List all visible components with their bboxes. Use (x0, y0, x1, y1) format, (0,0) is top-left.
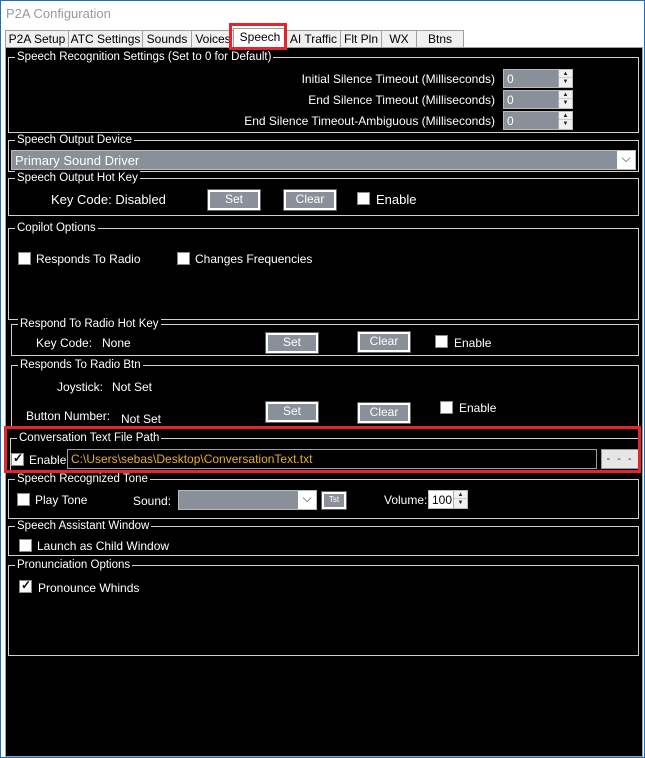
speech-output-device-legend: Speech Output Device (15, 133, 135, 147)
tab-wx[interactable]: WX (381, 30, 417, 48)
speech-tab-panel: Speech Recognition Settings (Set to 0 fo… (5, 47, 643, 757)
title-bar: P2A Configuration (1, 1, 644, 27)
joystick-label: Joystick: (57, 380, 104, 394)
spin-up-icon[interactable]: ▲ (559, 112, 572, 120)
browse-file-button[interactable]: - - - (601, 449, 639, 469)
speech-output-device-group: Speech Output Device Primary Sound Drive… (8, 133, 639, 172)
spinner-arrows[interactable]: ▲ ▼ (558, 91, 572, 108)
spinner-arrows[interactable]: ▲ ▼ (558, 70, 572, 87)
responds-to-radio-label: Responds To Radio (36, 252, 141, 266)
end-silence-spinner[interactable]: 0 ▲ ▼ (503, 90, 573, 109)
conversation-path-value: C:\Users\sebas\Desktop\ConversationText.… (71, 452, 313, 466)
speech-recognized-tone-group: Speech Recognized Tone Play Tone Sound: … (8, 472, 639, 519)
radio-keycode-label: Key Code: (36, 336, 93, 350)
end-silence-label: End Silence Timeout (Milliseconds) (308, 93, 495, 107)
p2a-configuration-window: P2A Configuration P2A Setup ATC Settings… (0, 0, 645, 758)
responds-to-radio-checkbox[interactable] (18, 252, 31, 265)
speech-recognition-legend: Speech Recognition Settings (Set to 0 fo… (15, 50, 274, 64)
copilot-options-legend: Copilot Options (15, 221, 98, 235)
initial-silence-value: 0 (507, 72, 514, 86)
output-device-value: Primary Sound Driver (15, 153, 140, 168)
responds-radio-btn-legend: Responds To Radio Btn (18, 358, 143, 372)
responds-radio-btn-group: Responds To Radio Btn Joystick: Not Set … (11, 358, 639, 429)
spin-up-icon[interactable]: ▲ (559, 91, 572, 99)
tab-p2a-setup[interactable]: P2A Setup (5, 30, 69, 48)
conversation-text-file-group: Conversation Text File Path Enable C:\Us… (10, 431, 639, 472)
respond-radio-hotkey-legend: Respond To Radio Hot Key (18, 317, 161, 331)
tab-btns[interactable]: Btns (416, 30, 464, 48)
radio-hotkey-enable-checkbox[interactable] (435, 335, 448, 348)
ambiguous-silence-value: 0 (507, 114, 514, 128)
pronounce-whinds-label: Pronounce Whinds (38, 581, 140, 595)
radio-btn-set-button[interactable]: Set (265, 401, 319, 423)
spinner-arrows[interactable]: ▲ ▼ (453, 491, 467, 508)
output-hotkey-clear-button[interactable]: Clear (283, 189, 337, 211)
conversation-enable-label: Enable (29, 453, 67, 467)
tab-sounds[interactable]: Sounds (142, 30, 192, 48)
launch-child-window-checkbox[interactable] (19, 539, 32, 552)
tab-speech[interactable]: Speech (233, 28, 287, 50)
output-hotkey-set-button[interactable]: Set (207, 189, 261, 211)
launch-child-window-label: Launch as Child Window (37, 539, 170, 553)
radio-btn-clear-button[interactable]: Clear (357, 402, 411, 424)
button-number-label: Button Number: (26, 409, 111, 423)
speech-assistant-window-legend: Speech Assistant Window (15, 519, 152, 533)
ambiguous-silence-label: End Silence Timeout-Ambiguous (Milliseco… (244, 114, 495, 128)
tab-flt-pln[interactable]: Flt Pln (340, 30, 382, 48)
conversation-enable-checkbox[interactable] (11, 451, 24, 466)
spinner-arrows[interactable]: ▲ ▼ (558, 112, 572, 129)
initial-silence-label: Initial Silence Timeout (Milliseconds) (301, 72, 495, 86)
sound-dropdown[interactable]: ⌵ (178, 490, 317, 510)
button-number-value: Not Set (121, 412, 162, 426)
radio-hotkey-enable-label: Enable (454, 336, 492, 350)
chevron-down-icon[interactable]: ⌵ (617, 151, 635, 169)
output-device-dropdown[interactable]: Primary Sound Driver ⌵ (11, 150, 636, 170)
volume-spinner[interactable]: 100 ▲ ▼ (428, 490, 468, 509)
radio-btn-enable-checkbox[interactable] (440, 401, 453, 414)
spin-down-icon[interactable]: ▼ (559, 120, 572, 128)
radio-hotkey-clear-button[interactable]: Clear (357, 331, 411, 353)
radio-keycode-value: None (102, 336, 131, 350)
conversation-path-input[interactable]: C:\Users\sebas\Desktop\ConversationText.… (67, 449, 597, 469)
output-hotkey-enable-label: Enable (376, 192, 417, 207)
volume-value: 100 (432, 493, 453, 507)
changes-frequencies-label: Changes Frequencies (195, 252, 313, 266)
radio-hotkey-set-button[interactable]: Set (265, 332, 319, 354)
pronunciation-options-legend: Pronunciation Options (15, 558, 133, 572)
spin-down-icon[interactable]: ▼ (454, 499, 467, 507)
changes-frequencies-checkbox[interactable] (177, 252, 190, 265)
volume-label: Volume: (384, 493, 428, 507)
spin-up-icon[interactable]: ▲ (454, 491, 467, 499)
joystick-value: Not Set (112, 380, 153, 394)
ambiguous-silence-spinner[interactable]: 0 ▲ ▼ (503, 111, 573, 130)
play-tone-label: Play Tone (35, 493, 88, 507)
output-keycode-label: Key Code: Disabled (51, 192, 166, 207)
tab-atc-settings[interactable]: ATC Settings (68, 30, 143, 48)
tab-strip: P2A Setup ATC Settings Sounds Voices Spe… (5, 28, 645, 50)
respond-radio-hotkey-group: Respond To Radio Hot Key Key Code: None … (11, 317, 639, 356)
spin-up-icon[interactable]: ▲ (559, 70, 572, 78)
speech-output-hotkey-legend: Speech Output Hot Key (15, 171, 140, 185)
speech-recognized-tone-legend: Speech Recognized Tone (15, 472, 150, 486)
radio-btn-enable-label: Enable (459, 401, 497, 415)
spin-down-icon[interactable]: ▼ (559, 78, 572, 86)
spin-down-icon[interactable]: ▼ (559, 99, 572, 107)
test-sound-button[interactable]: Tst (321, 491, 347, 510)
play-tone-checkbox[interactable] (17, 493, 30, 506)
speech-recognition-group: Speech Recognition Settings (Set to 0 fo… (8, 50, 639, 133)
sound-label: Sound: (133, 494, 172, 508)
tab-ai-traffic[interactable]: AI Traffic (286, 30, 341, 48)
initial-silence-spinner[interactable]: 0 ▲ ▼ (503, 69, 573, 88)
window-title: P2A Configuration (6, 6, 111, 21)
copilot-options-group: Copilot Options Responds To Radio Change… (8, 221, 639, 320)
chevron-down-icon[interactable]: ⌵ (298, 491, 316, 509)
pronunciation-options-group: Pronunciation Options Pronounce Whinds (8, 558, 639, 656)
pronounce-whinds-checkbox[interactable] (19, 578, 32, 593)
end-silence-value: 0 (507, 93, 514, 107)
output-hotkey-enable-checkbox[interactable] (357, 192, 370, 205)
conversation-text-file-legend: Conversation Text File Path (17, 431, 162, 445)
tab-voices[interactable]: Voices (191, 30, 235, 48)
speech-output-hotkey-group: Speech Output Hot Key Key Code: Disabled… (8, 171, 639, 216)
speech-assistant-window-group: Speech Assistant Window Launch as Child … (8, 519, 639, 556)
